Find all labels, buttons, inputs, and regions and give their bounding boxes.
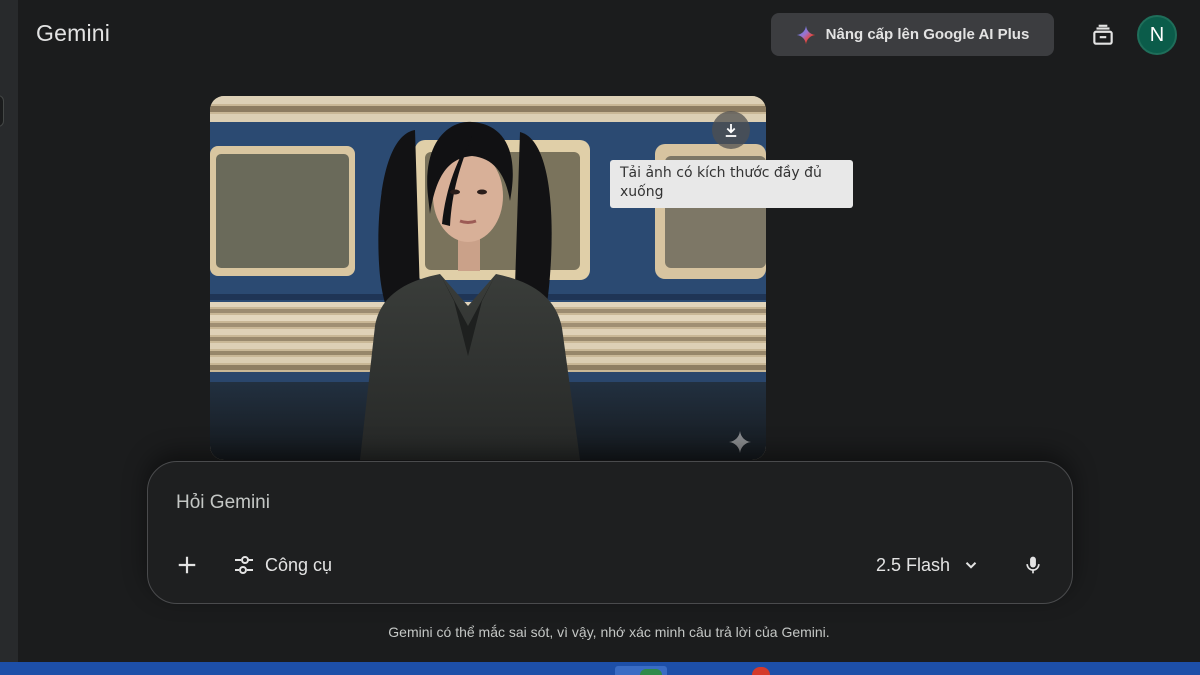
microphone-button[interactable] xyxy=(1018,550,1048,580)
taskbar-browser-icon[interactable] xyxy=(752,667,770,675)
tools-label: Công cụ xyxy=(265,554,333,575)
model-label: 2.5 Flash xyxy=(876,554,951,575)
upgrade-button-label: Nâng cấp lên Google AI Plus xyxy=(825,26,1030,43)
chevron-down-icon xyxy=(965,562,977,569)
gemini-spark-icon xyxy=(796,25,815,44)
account-avatar[interactable]: N xyxy=(1137,15,1177,55)
tools-button[interactable]: Công cụ xyxy=(232,550,332,580)
upgrade-button[interactable]: Nâng cấp lên Google AI Plus xyxy=(771,13,1054,56)
chat-history-button[interactable] xyxy=(1086,18,1120,52)
generated-photo xyxy=(210,96,766,460)
taskbar-app-icon[interactable] xyxy=(640,669,662,675)
download-tooltip: Tải ảnh có kích thước đầy đủ xuống xyxy=(610,160,853,208)
chat-history-icon xyxy=(1093,24,1113,45)
model-selector[interactable]: 2.5 Flash xyxy=(876,550,980,580)
tune-icon xyxy=(235,556,253,574)
disclaimer-text: Gemini có thể mắc sai sót, vì vậy, nhớ x… xyxy=(388,624,830,640)
add-attachment-button[interactable] xyxy=(172,550,202,580)
app-title: Gemini xyxy=(36,20,111,46)
sparkle-icon xyxy=(729,431,751,453)
generated-image[interactable] xyxy=(210,96,766,460)
prompt-composer: Công cụ 2.5 Flash xyxy=(147,461,1073,604)
sidebar-toggle-handle[interactable] xyxy=(0,95,4,127)
plus-icon xyxy=(178,556,196,574)
mic-icon xyxy=(1026,556,1040,574)
download-button[interactable] xyxy=(712,111,750,149)
download-icon xyxy=(725,124,737,137)
prompt-input[interactable] xyxy=(176,490,1036,516)
os-taskbar xyxy=(0,662,1200,675)
